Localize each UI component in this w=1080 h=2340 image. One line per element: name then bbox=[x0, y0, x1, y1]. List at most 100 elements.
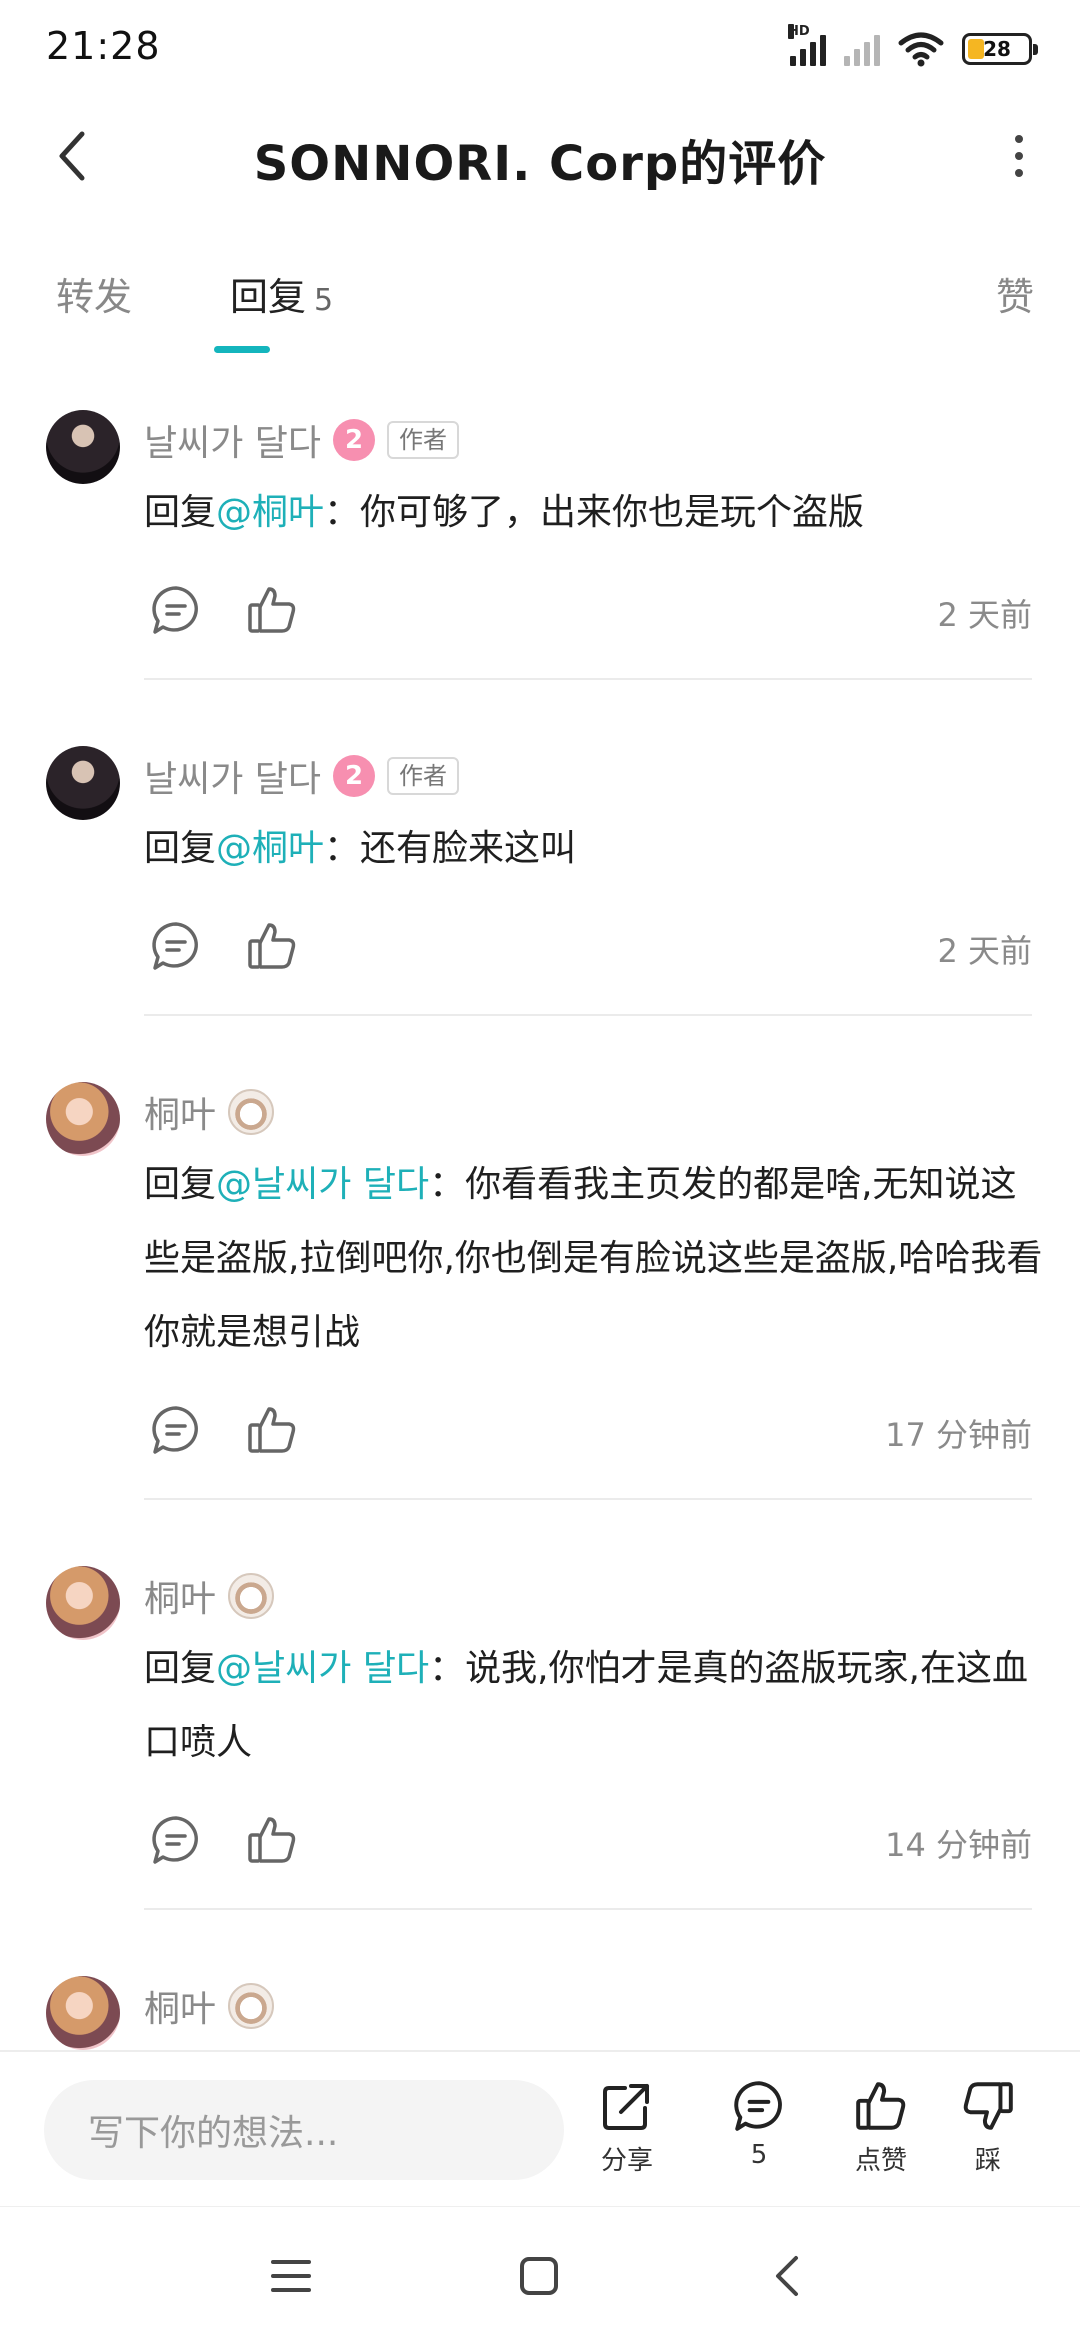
reply-prefix: 回复 bbox=[144, 492, 217, 533]
comments-button[interactable]: 5 bbox=[704, 2078, 814, 2188]
battery-icon: 28 bbox=[962, 33, 1038, 65]
comment-item: 桐叶 回复@날씨가 달다：你看看我主页发的都是啥,无知说这些是盗版,拉倒吧你,你… bbox=[0, 1056, 1080, 1540]
system-nav-bar bbox=[0, 2206, 1080, 2340]
status-time: 21:28 bbox=[46, 24, 161, 68]
reply-button[interactable] bbox=[144, 578, 208, 642]
comment-icon bbox=[152, 1406, 198, 1454]
comment-body[interactable]: 回复@桐叶：还有脸来这叫 bbox=[144, 812, 1044, 886]
reply-button[interactable] bbox=[144, 1808, 208, 1872]
dislike-label: 踩 bbox=[974, 2146, 1001, 2176]
comment-author[interactable]: 桐叶 bbox=[144, 1086, 275, 1138]
avatar[interactable] bbox=[46, 1566, 120, 1640]
comment-input-placeholder: 写下你的想法... bbox=[88, 2113, 339, 2154]
comment-icon bbox=[152, 1816, 198, 1864]
like-label: 点赞 bbox=[854, 2146, 907, 2176]
tab-likes[interactable]: 赞 bbox=[996, 266, 1034, 321]
author-tag: 作者 bbox=[387, 420, 460, 460]
tab-indicator bbox=[214, 346, 270, 353]
battery-fill bbox=[968, 39, 984, 59]
menu-icon bbox=[271, 2260, 311, 2292]
like-button[interactable] bbox=[240, 1808, 304, 1872]
share-label: 分享 bbox=[600, 2146, 653, 2176]
like-button[interactable] bbox=[240, 578, 304, 642]
divider bbox=[144, 1014, 1032, 1016]
decoration-badge-icon bbox=[228, 1573, 275, 1619]
username: 桐叶 bbox=[144, 1989, 217, 2030]
avatar[interactable] bbox=[46, 1082, 120, 1156]
comment-actions: 2 天前 bbox=[144, 914, 1032, 984]
decoration-badge-icon bbox=[228, 1089, 275, 1135]
comment-icon bbox=[152, 922, 198, 970]
like-icon bbox=[248, 587, 296, 633]
divider bbox=[144, 1498, 1032, 1500]
share-icon bbox=[603, 2084, 649, 2130]
comment-time: 2 天前 bbox=[937, 596, 1032, 634]
author-tag: 作者 bbox=[387, 756, 460, 796]
username: 桐叶 bbox=[144, 1579, 217, 1620]
like-button[interactable] bbox=[240, 914, 304, 978]
decoration-badge-icon bbox=[228, 1983, 275, 2029]
mention-link[interactable]: @날씨가 달다 bbox=[216, 1648, 429, 1689]
avatar[interactable] bbox=[46, 410, 120, 484]
like-icon bbox=[856, 2082, 906, 2130]
comment-icon bbox=[734, 2081, 782, 2131]
system-back-button[interactable] bbox=[752, 2241, 822, 2311]
network-label: HD bbox=[788, 24, 810, 39]
recent-apps-button[interactable] bbox=[256, 2241, 326, 2311]
username: 날씨가 달다 bbox=[144, 759, 322, 800]
like-icon bbox=[248, 1407, 296, 1453]
more-button[interactable] bbox=[994, 126, 1044, 186]
avatar[interactable] bbox=[46, 1976, 120, 2050]
comment-time: 17 分钟前 bbox=[885, 1416, 1032, 1454]
nav-back-icon bbox=[776, 2256, 798, 2296]
tab-repost-label: 转发 bbox=[56, 275, 133, 319]
top-bar: SONNORI. Corp的评价 bbox=[0, 96, 1080, 220]
comment-author[interactable]: 桐叶 bbox=[144, 1980, 275, 2032]
reply-prefix: 回复 bbox=[144, 1164, 217, 1205]
comment-item: 桐叶 bbox=[0, 1950, 1080, 2050]
reply-button[interactable] bbox=[144, 1398, 208, 1462]
more-icon bbox=[1015, 135, 1023, 143]
like-post-button[interactable]: 点赞 bbox=[826, 2078, 936, 2188]
comment-author[interactable]: 날씨가 달다 2 作者 bbox=[144, 414, 460, 466]
comment-actions: 17 分钟前 bbox=[144, 1398, 1032, 1468]
tab-likes-label: 赞 bbox=[995, 275, 1034, 319]
mention-link[interactable]: @桐叶 bbox=[216, 492, 324, 533]
mention-link[interactable]: @날씨가 달다 bbox=[216, 1164, 429, 1205]
dislike-icon bbox=[963, 2082, 1013, 2130]
username: 桐叶 bbox=[144, 1095, 217, 1136]
comment-body[interactable]: 回复@桐叶：你可够了，出来你也是玩个盗版 bbox=[144, 476, 1044, 550]
divider bbox=[144, 678, 1032, 680]
signal-2-icon bbox=[844, 32, 880, 66]
level-badge: 2 bbox=[333, 419, 376, 461]
comment-item: 桐叶 回复@날씨가 달다：说我,你怕才是真的盗版玩家,在这血口喷人 14 分钟前 bbox=[0, 1540, 1080, 1950]
comment-text: ：还有脸来这叫 bbox=[324, 828, 577, 869]
signal-icon: HD bbox=[788, 24, 826, 66]
share-button[interactable]: 分享 bbox=[572, 2078, 682, 2188]
mention-link[interactable]: @桐叶 bbox=[216, 828, 324, 869]
dislike-button[interactable]: 踩 bbox=[936, 2078, 1040, 2188]
comment-actions: 14 分钟前 bbox=[144, 1808, 1032, 1878]
tab-replies-count: 5 bbox=[314, 283, 334, 318]
status-icons: HD 28 bbox=[788, 24, 1038, 72]
reply-prefix: 回复 bbox=[144, 828, 217, 869]
battery-level: 28 bbox=[983, 37, 1011, 61]
comment-author[interactable]: 桐叶 bbox=[144, 1570, 275, 1622]
reply-button[interactable] bbox=[144, 914, 208, 978]
username: 날씨가 달다 bbox=[144, 423, 322, 464]
avatar[interactable] bbox=[46, 746, 120, 820]
tab-repost[interactable]: 转发 bbox=[56, 266, 132, 321]
comment-time: 2 天前 bbox=[937, 932, 1032, 970]
wifi-icon bbox=[898, 32, 944, 67]
tab-replies[interactable]: 回复 5 bbox=[230, 266, 333, 321]
home-button[interactable] bbox=[504, 2241, 574, 2311]
comment-body[interactable]: 回复@날씨가 달다：你看看我主页发的都是啥,无知说这些是盗版,拉倒吧你,你也倒是… bbox=[144, 1148, 1044, 1370]
bottom-action-bar: 写下你的想法... 分享 5 点赞 踩 bbox=[0, 2050, 1080, 2204]
tab-replies-label: 回复 bbox=[230, 275, 307, 319]
comment-item: 날씨가 달다 2 作者 回复@桐叶：还有脸来这叫 2 天前 bbox=[0, 720, 1080, 1056]
comment-time: 14 分钟前 bbox=[885, 1826, 1032, 1864]
comment-body[interactable]: 回复@날씨가 달다：说我,你怕才是真的盗版玩家,在这血口喷人 bbox=[144, 1632, 1044, 1780]
like-button[interactable] bbox=[240, 1398, 304, 1462]
comment-input[interactable]: 写下你的想法... bbox=[44, 2080, 564, 2180]
comment-author[interactable]: 날씨가 달다 2 作者 bbox=[144, 750, 460, 802]
